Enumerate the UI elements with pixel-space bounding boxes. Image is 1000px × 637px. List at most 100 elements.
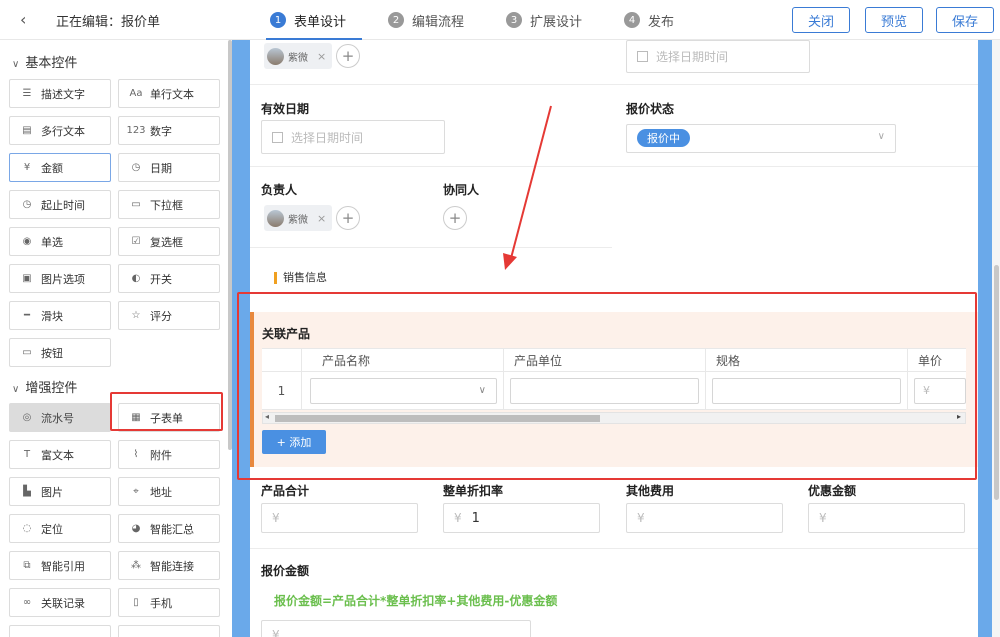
dropdown-icon: ▭ (131, 199, 141, 210)
clock-icon: ◷ (22, 199, 32, 210)
control-desc-text[interactable]: ☰ 描述文字 (9, 79, 111, 108)
divider (250, 548, 978, 549)
quote-status-select[interactable]: 报价中 ∨ (626, 124, 896, 153)
chevron-down-icon: ∨ (12, 59, 20, 70)
control-date[interactable]: ◷ 日期 (118, 153, 220, 182)
product-total-field[interactable]: ¥ (261, 503, 418, 533)
chevron-down-icon: ∨ (877, 131, 885, 142)
calendar-icon (272, 131, 283, 143)
page-scrollbar[interactable] (992, 40, 1000, 637)
control-amount[interactable]: ¥ 金额 (9, 153, 111, 182)
button-icon: ▭ (22, 347, 32, 358)
control-more-2[interactable] (118, 625, 220, 637)
divider (250, 84, 978, 85)
map-pin-icon: ⌖ (133, 486, 139, 497)
star-icon: ☆ (131, 310, 141, 321)
control-slider[interactable]: ━ 滑块 (9, 301, 111, 330)
tab-extension[interactable]: 3 扩展设计 (506, 0, 582, 40)
control-location[interactable]: ◌ 定位 (9, 514, 111, 543)
control-attachment[interactable]: ⌇ 附件 (118, 440, 220, 469)
formula-text: 报价金额=产品合计*整单折扣率+其他费用-优惠金额 (274, 594, 558, 608)
control-date-range[interactable]: ◷ 起止时间 (9, 190, 111, 219)
add-collaborator-button[interactable]: + (443, 206, 467, 230)
phone-icon: ▯ (133, 597, 139, 608)
discount-label: 整单折扣率 (443, 484, 504, 498)
control-more-1[interactable] (9, 625, 111, 637)
control-smart-reference[interactable]: ⧉ 智能引用 (9, 551, 111, 580)
tab-edit-flow[interactable]: 2 编辑流程 (388, 0, 464, 40)
date-field-top[interactable]: 选择日期时间 (626, 40, 810, 73)
control-image[interactable]: ▙ 图片 (9, 477, 111, 506)
calendar-icon (637, 51, 648, 62)
preview-button[interactable]: 预览 (865, 7, 923, 33)
status-badge: 报价中 (637, 129, 690, 147)
other-fees-label: 其他费用 (626, 484, 675, 498)
control-single-line[interactable]: Aa 单行文本 (118, 79, 220, 108)
discount-amount-field[interactable]: ¥ (808, 503, 965, 533)
user-chip: 紫微 × (264, 205, 333, 231)
control-address[interactable]: ⌖ 地址 (118, 477, 220, 506)
editing-title: 正在编辑：报价单 (56, 15, 161, 30)
connect-icon: ⁂ (131, 560, 141, 571)
close-icon[interactable]: × (317, 50, 326, 63)
number-icon: 123 (126, 125, 146, 136)
group-basic[interactable]: ∨ 基本控件 (12, 52, 77, 71)
toggle-icon: ◐ (131, 273, 141, 284)
other-fees-field[interactable]: ¥ (626, 503, 783, 533)
valid-date-field[interactable]: 选择日期时间 (261, 120, 445, 154)
rich-text-icon: T (23, 449, 31, 460)
image-icon: ▙ (23, 486, 31, 497)
control-phone[interactable]: ▯ 手机 (118, 588, 220, 617)
control-switch[interactable]: ◐ 开关 (118, 264, 220, 293)
discount-field[interactable]: ¥1 (443, 503, 600, 533)
tab-form-design[interactable]: 1 表单设计 (265, 0, 363, 40)
canvas-gutter-right (978, 40, 992, 637)
control-button[interactable]: ▭ 按钮 (9, 338, 111, 367)
add-owner-button[interactable]: + (336, 206, 360, 230)
step-tabs: 1 表单设计 2 编辑流程 3 扩展设计 4 发布 (265, 0, 716, 40)
control-radio[interactable]: ◉ 单选 (9, 227, 111, 256)
control-dropdown[interactable]: ▭ 下拉框 (118, 190, 220, 219)
divider (250, 166, 978, 167)
save-button[interactable]: 保存 (936, 7, 994, 33)
avatar (267, 47, 284, 65)
divider (250, 247, 612, 248)
scroll-thumb[interactable] (994, 265, 999, 500)
control-related-record[interactable]: ∞ 关联记录 (9, 588, 111, 617)
close-button[interactable]: 关闭 (792, 7, 850, 33)
control-checkbox[interactable]: ☑ 复选框 (118, 227, 220, 256)
add-user-button[interactable]: + (336, 44, 360, 68)
multiline-icon: ▤ (22, 125, 32, 136)
tab-publish[interactable]: 4 发布 (624, 0, 674, 40)
close-icon[interactable]: × (317, 212, 326, 225)
avatar (267, 209, 284, 227)
link-icon: ∞ (22, 597, 32, 608)
serial-icon: ◎ (22, 412, 32, 423)
collaborator-label: 协同人 (443, 183, 480, 197)
top-bar: ‹ 正在编辑：报价单 1 表单设计 2 编辑流程 3 扩展设计 4 发布 关闭 预览 保… (0, 0, 1000, 40)
chevron-left-icon[interactable]: ‹ (20, 10, 26, 29)
control-rich-text[interactable]: T 富文本 (9, 440, 111, 469)
pie-chart-icon: ◕ (131, 523, 141, 534)
control-serial-number[interactable]: ◎ 流水号 (9, 403, 111, 432)
owner-label: 负责人 (261, 183, 298, 197)
control-smart-summary[interactable]: ◕ 智能汇总 (118, 514, 220, 543)
text-aa-icon: Aa (129, 88, 143, 99)
user-chip: 紫微 × (264, 43, 333, 69)
controls-panel: ∨ 基本控件 ☰ 描述文字 Aa 单行文本 ▤ 多行文本 123 数字 ¥ 金额 ◷ 日期 ◷… (0, 40, 232, 637)
control-multi-line[interactable]: ▤ 多行文本 (9, 116, 111, 145)
discount-amount-label: 优惠金额 (808, 484, 857, 498)
group-advanced[interactable]: ∨ 增强控件 (12, 377, 77, 396)
paperclip-icon: ⌇ (133, 449, 139, 460)
control-smart-connect[interactable]: ⁂ 智能连接 (118, 551, 220, 580)
quote-amount-field[interactable]: ¥ (261, 620, 531, 637)
annotation-highlight-subform (237, 292, 977, 480)
annotation-highlight-subform-control (110, 392, 223, 431)
reference-icon: ⧉ (23, 560, 31, 571)
control-number[interactable]: 123 数字 (118, 116, 220, 145)
control-rating[interactable]: ☆ 评分 (118, 301, 220, 330)
quote-status-label: 报价状态 (626, 102, 675, 116)
control-image-option[interactable]: ▣ 图片选项 (9, 264, 111, 293)
slider-icon: ━ (23, 310, 31, 321)
chevron-down-icon: ∨ (12, 384, 20, 395)
